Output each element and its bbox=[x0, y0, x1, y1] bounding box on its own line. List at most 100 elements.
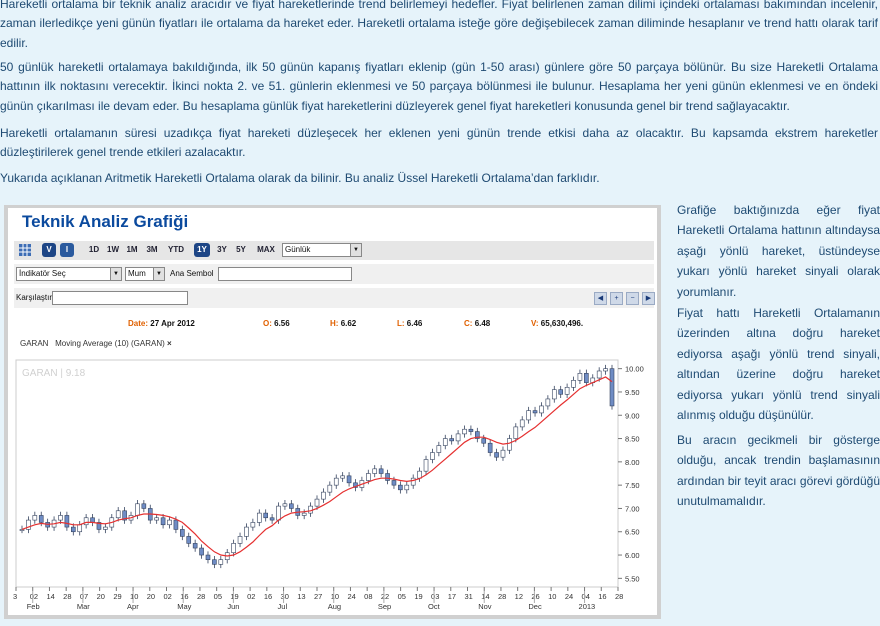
candle-body bbox=[218, 559, 224, 565]
candle-body bbox=[372, 468, 378, 474]
range-ytd-button[interactable]: YTD bbox=[166, 243, 186, 257]
candle-body bbox=[564, 386, 570, 395]
month-label: Feb bbox=[27, 602, 40, 611]
range-1m-button[interactable]: 1M bbox=[124, 243, 140, 257]
month-label: 2013 bbox=[579, 602, 596, 611]
candle-body bbox=[154, 517, 159, 521]
scroll-right-icon[interactable]: ▶ bbox=[642, 292, 655, 305]
legend-remove-icon[interactable]: × bbox=[167, 339, 172, 348]
x-tick-label: 28 bbox=[63, 592, 71, 601]
month-label: Jul bbox=[278, 602, 288, 611]
x-tick-label: 28 bbox=[197, 592, 205, 601]
period-select[interactable]: Günlük ▼ bbox=[282, 243, 362, 257]
candle-body bbox=[289, 503, 294, 509]
ohlc-open: O: 6.56 bbox=[263, 319, 290, 328]
range-3y-button[interactable]: 3Y bbox=[214, 243, 230, 257]
candle-body bbox=[596, 370, 602, 379]
widget-title: Teknik Analiz Grafiği bbox=[22, 212, 189, 231]
candle-body bbox=[269, 517, 275, 521]
candle-body bbox=[205, 554, 211, 561]
x-tick-label: 3 bbox=[13, 592, 17, 601]
x-tick-label: 16 bbox=[180, 592, 188, 601]
x-tick-label: 24 bbox=[565, 592, 573, 601]
candle-body bbox=[192, 543, 198, 549]
ohlc-high: H: 6.62 bbox=[330, 319, 357, 328]
month-label: Apr bbox=[127, 602, 139, 611]
candle-body bbox=[442, 438, 448, 446]
range-3m-button[interactable]: 3M bbox=[144, 243, 160, 257]
legend-symbol: GARAN bbox=[20, 339, 49, 348]
candle-body bbox=[481, 438, 487, 444]
candle-body bbox=[333, 477, 339, 486]
chevron-down-icon: ▼ bbox=[153, 268, 164, 280]
candle-body bbox=[385, 473, 390, 481]
x-tick-label: 14 bbox=[46, 592, 54, 601]
candle-body bbox=[103, 526, 108, 530]
ohlc-open-value: 6.56 bbox=[274, 319, 290, 328]
y-tick-label: 9.00 bbox=[625, 411, 640, 420]
x-tick-label: 20 bbox=[97, 592, 105, 601]
month-label: May bbox=[177, 602, 191, 611]
candle-body bbox=[160, 517, 166, 526]
candle-body bbox=[558, 389, 563, 395]
scroll-left-icon[interactable]: ◀ bbox=[594, 292, 607, 305]
y-tick-label: 6.00 bbox=[625, 551, 640, 560]
line-chart-button[interactable]: I bbox=[60, 243, 74, 257]
candle-body bbox=[237, 536, 243, 544]
x-tick-label: 29 bbox=[113, 592, 121, 601]
candle-type-select[interactable]: Mum ▼ bbox=[125, 267, 165, 281]
candle-body bbox=[321, 491, 326, 500]
x-tick-label: 08 bbox=[364, 592, 372, 601]
range-1y-button[interactable]: 1Y bbox=[194, 243, 210, 257]
candle-body bbox=[19, 529, 25, 531]
range-1d-button[interactable]: 1D bbox=[86, 243, 102, 257]
candle-body bbox=[83, 517, 89, 526]
candle-body bbox=[167, 519, 172, 526]
range-max-button[interactable]: MAX bbox=[254, 243, 278, 257]
zoom-out-icon[interactable]: − bbox=[626, 292, 639, 305]
month-label: Jun bbox=[227, 602, 239, 611]
candle-body bbox=[340, 475, 345, 479]
x-tick-label: 10 bbox=[331, 592, 339, 601]
candle-body bbox=[526, 410, 531, 421]
candle-body bbox=[263, 512, 268, 519]
candle-body bbox=[282, 503, 288, 507]
y-tick-label: 5.50 bbox=[625, 574, 640, 583]
x-tick-label: 04 bbox=[582, 592, 590, 601]
chart-toolbar: V I 1D 1W 1M 3M YTD 1Y 3Y 5Y MAX Günlük … bbox=[14, 241, 654, 260]
chevron-down-icon: ▼ bbox=[110, 268, 121, 280]
x-tick-label: 31 bbox=[465, 592, 473, 601]
plot-area bbox=[15, 359, 619, 588]
candle-body bbox=[250, 522, 256, 528]
x-tick-label: 16 bbox=[598, 592, 606, 601]
x-tick-label: 16 bbox=[264, 592, 272, 601]
candle-body bbox=[449, 438, 454, 442]
candle-body bbox=[410, 477, 416, 486]
side-paragraph: Bu aracın gecikmeli bir gösterge olduğu,… bbox=[677, 433, 880, 509]
price-chart[interactable]: GARAN | 9.18 5.50 6.00 6.50 7.00 7.50 8.00 8.50… bbox=[8, 348, 657, 615]
x-tick-label: 24 bbox=[347, 592, 355, 601]
range-1w-button[interactable]: 1W bbox=[105, 243, 121, 257]
candle-body bbox=[436, 445, 442, 453]
candle-body bbox=[462, 428, 467, 435]
month-label: Aug bbox=[328, 602, 341, 611]
y-tick-label: 6.50 bbox=[625, 528, 640, 537]
main-symbol-input[interactable] bbox=[218, 267, 352, 281]
grid-icon[interactable] bbox=[18, 243, 32, 257]
candle-body bbox=[571, 380, 576, 388]
candle-body bbox=[38, 515, 44, 523]
compare-input[interactable] bbox=[52, 291, 188, 305]
article-paragraph: Hareketli ortalamanın süresi uzadıkça fi… bbox=[0, 126, 878, 160]
candle-body bbox=[231, 543, 236, 554]
candle-chart-button[interactable]: V bbox=[42, 243, 56, 257]
candle-body bbox=[391, 480, 397, 486]
range-5y-button[interactable]: 5Y bbox=[233, 243, 249, 257]
indicator-select[interactable]: İndikatör Seç ▼ bbox=[16, 267, 122, 281]
candle-body bbox=[186, 536, 192, 544]
candle-body bbox=[32, 515, 38, 521]
month-label: Oct bbox=[428, 602, 441, 611]
ohlc-close-value: 6.48 bbox=[474, 319, 491, 328]
zoom-in-icon[interactable]: + bbox=[610, 292, 623, 305]
x-tick-label: 10 bbox=[548, 592, 556, 601]
article-paragraph: Hareketli ortalama bir teknik analiz ara… bbox=[0, 0, 878, 50]
